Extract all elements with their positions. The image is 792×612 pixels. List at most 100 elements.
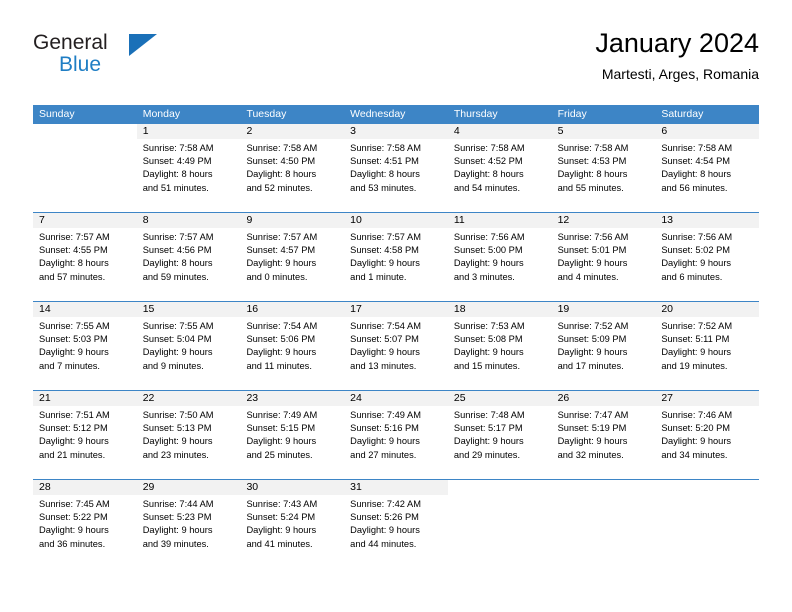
- day-cell[interactable]: 10 Sunrise: 7:57 AM Sunset: 4:58 PM Dayligh…: [344, 213, 448, 296]
- daylight-text-line1: Daylight: 9 hours: [142, 347, 213, 358]
- week-row: 14 Sunrise: 7:55 AM Sunset: 5:03 PM Dayligh…: [33, 301, 760, 385]
- daylight-text-line1: Daylight: 9 hours: [39, 347, 109, 358]
- sunset-text: Sunset: 5:09 PM: [557, 334, 627, 345]
- daylight-text-line2: and 27 minutes.: [350, 449, 417, 460]
- day-info: Sunrise: 7:49 AM Sunset: 5:15 PM Daylight:…: [240, 406, 344, 462]
- sunset-text: Sunset: 4:56 PM: [142, 245, 212, 256]
- sunrise-text: Sunrise: 7:56 AM: [557, 232, 629, 242]
- week-row: 1 Sunrise: 7:58 AM Sunset: 4:49 PM Daylight…: [33, 124, 760, 207]
- daylight-text-line1: Daylight: 9 hours: [142, 525, 213, 536]
- daylight-text-line1: Daylight: 8 hours: [246, 169, 317, 180]
- day-cell[interactable]: 28 Sunrise: 7:45 AM Sunset: 5:22 PM Dayligh…: [33, 480, 137, 563]
- daylight-text-line1: Daylight: 8 hours: [350, 169, 420, 180]
- day-cell[interactable]: 17 Sunrise: 7:54 AM Sunset: 5:07 PM Dayligh…: [344, 302, 448, 385]
- day-cell[interactable]: 25 Sunrise: 7:48 AM Sunset: 5:17 PM Dayligh…: [447, 391, 552, 474]
- day-cell[interactable]: 27 Sunrise: 7:46 AM Sunset: 5:20 PM Dayligh…: [655, 391, 760, 474]
- day-info: Sunrise: 7:54 AM Sunset: 5:06 PM Daylight:…: [240, 317, 344, 373]
- day-cell[interactable]: 22 Sunrise: 7:50 AM Sunset: 5:13 PM Dayligh…: [136, 391, 241, 474]
- daylight-text-line2: and 54 minutes.: [453, 182, 521, 193]
- day-info: Sunrise: 7:55 AM Sunset: 5:04 PM Daylight:…: [137, 317, 241, 373]
- sunrise-text: Sunrise: 7:57 AM: [142, 232, 214, 242]
- sunrise-text: Sunrise: 7:45 AM: [39, 499, 110, 509]
- sunrise-text: Sunrise: 7:54 AM: [246, 321, 318, 331]
- daylight-text-line2: and 55 minutes.: [557, 182, 624, 193]
- daylight-text-line1: Daylight: 9 hours: [39, 436, 109, 447]
- sunset-text: Sunset: 4:50 PM: [246, 156, 316, 167]
- day-cell[interactable]: 20 Sunrise: 7:52 AM Sunset: 5:11 PM Dayligh…: [655, 302, 760, 385]
- daylight-text-line1: Daylight: 8 hours: [142, 258, 213, 269]
- sunrise-text: Sunrise: 7:44 AM: [142, 499, 214, 509]
- day-number: 24: [344, 391, 448, 406]
- day-number: 29: [136, 480, 241, 495]
- day-cell[interactable]: 3 Sunrise: 7:58 AM Sunset: 4:51 PM Daylight…: [344, 124, 448, 207]
- sunset-text: Sunset: 5:07 PM: [350, 334, 419, 345]
- daylight-text-line2: and 23 minutes.: [142, 449, 209, 460]
- day-cell[interactable]: 14 Sunrise: 7:55 AM Sunset: 5:03 PM Dayligh…: [33, 302, 137, 385]
- daylight-text-line2: and 57 minutes.: [39, 271, 106, 282]
- day-cell[interactable]: 6 Sunrise: 7:58 AM Sunset: 4:54 PM Daylight…: [655, 124, 760, 207]
- daylight-text-line2: and 9 minutes.: [142, 360, 204, 371]
- day-cell[interactable]: 1 Sunrise: 7:58 AM Sunset: 4:49 PM Daylight…: [136, 124, 241, 207]
- day-cell[interactable]: 26 Sunrise: 7:47 AM Sunset: 5:19 PM Dayligh…: [551, 391, 656, 474]
- day-number: 14: [33, 302, 137, 317]
- day-cell[interactable]: 2 Sunrise: 7:58 AM Sunset: 4:50 PM Daylight…: [240, 124, 345, 207]
- day-cell[interactable]: 24 Sunrise: 7:49 AM Sunset: 5:16 PM Dayligh…: [344, 391, 448, 474]
- sunset-text: Sunset: 5:19 PM: [557, 423, 627, 434]
- page-subtitle: Martesti, Arges, Romania: [601, 66, 759, 82]
- day-cell[interactable]: 18 Sunrise: 7:53 AM Sunset: 5:08 PM Dayligh…: [447, 302, 552, 385]
- day-cell[interactable]: 12 Sunrise: 7:56 AM Sunset: 5:01 PM Dayligh…: [551, 213, 656, 296]
- day-info: Sunrise: 7:57 AM Sunset: 4:58 PM Daylight:…: [344, 228, 448, 284]
- day-cell[interactable]: 7 Sunrise: 7:57 AM Sunset: 4:55 PM Daylight…: [33, 213, 137, 296]
- daylight-text-line1: Daylight: 9 hours: [453, 347, 524, 358]
- daylight-text-line2: and 21 minutes.: [39, 449, 106, 460]
- daylight-text-line1: Daylight: 9 hours: [453, 436, 524, 447]
- sunset-text: Sunset: 4:51 PM: [350, 156, 419, 167]
- sunset-text: Sunset: 5:06 PM: [246, 334, 316, 345]
- day-cell[interactable]: 4 Sunrise: 7:58 AM Sunset: 4:52 PM Daylight…: [447, 124, 552, 207]
- day-number: 1: [136, 124, 241, 139]
- daylight-text-line1: Daylight: 8 hours: [39, 258, 109, 269]
- sunrise-text: Sunrise: 7:57 AM: [350, 232, 421, 242]
- day-cell[interactable]: 11 Sunrise: 7:56 AM Sunset: 5:00 PM Dayligh…: [447, 213, 552, 296]
- weeks-container: 1 Sunrise: 7:58 AM Sunset: 4:49 PM Daylight…: [33, 124, 760, 563]
- sunset-text: Sunset: 4:52 PM: [453, 156, 523, 167]
- day-number: 26: [551, 391, 656, 406]
- sunset-text: Sunset: 4:55 PM: [39, 245, 108, 256]
- daylight-text-line2: and 56 minutes.: [661, 182, 728, 193]
- day-cell[interactable]: 29 Sunrise: 7:44 AM Sunset: 5:23 PM Dayligh…: [136, 480, 241, 563]
- day-cell[interactable]: 23 Sunrise: 7:49 AM Sunset: 5:15 PM Dayligh…: [240, 391, 345, 474]
- weekday-header-monday: Monday: [142, 108, 181, 120]
- day-number: 22: [136, 391, 241, 406]
- brand-logo[interactable]: General Blue: [33, 30, 173, 84]
- day-cell[interactable]: 16 Sunrise: 7:54 AM Sunset: 5:06 PM Dayligh…: [240, 302, 345, 385]
- sunrise-text: Sunrise: 7:58 AM: [453, 143, 525, 153]
- day-cell[interactable]: 9 Sunrise: 7:57 AM Sunset: 4:57 PM Daylight…: [240, 213, 345, 296]
- daylight-text-line1: Daylight: 9 hours: [661, 436, 732, 447]
- day-info: Sunrise: 7:47 AM Sunset: 5:19 PM Daylight:…: [552, 406, 656, 462]
- day-number: 20: [655, 302, 760, 317]
- day-cell[interactable]: 13 Sunrise: 7:56 AM Sunset: 5:02 PM Dayligh…: [655, 213, 760, 296]
- day-cell[interactable]: 8 Sunrise: 7:57 AM Sunset: 4:56 PM Daylight…: [136, 213, 241, 296]
- day-number: [655, 480, 759, 495]
- daylight-text-line1: Daylight: 9 hours: [661, 347, 732, 358]
- daylight-text-line2: and 39 minutes.: [142, 538, 209, 549]
- day-cell[interactable]: 31 Sunrise: 7:42 AM Sunset: 5:26 PM Dayligh…: [344, 480, 448, 563]
- weekday-header-wednesday: Wednesday: [350, 108, 406, 120]
- daylight-text-line2: and 1 minute.: [350, 271, 407, 282]
- day-cell[interactable]: 15 Sunrise: 7:55 AM Sunset: 5:04 PM Dayligh…: [136, 302, 241, 385]
- day-cell[interactable]: 5 Sunrise: 7:58 AM Sunset: 4:53 PM Daylight…: [551, 124, 656, 207]
- daylight-text-line1: Daylight: 9 hours: [350, 347, 420, 358]
- day-cell[interactable]: 19 Sunrise: 7:52 AM Sunset: 5:09 PM Dayligh…: [551, 302, 656, 385]
- day-info: Sunrise: 7:54 AM Sunset: 5:07 PM Daylight:…: [344, 317, 448, 373]
- day-info: Sunrise: 7:49 AM Sunset: 5:16 PM Daylight:…: [344, 406, 448, 462]
- sunset-text: Sunset: 4:54 PM: [661, 156, 731, 167]
- week-row: 7 Sunrise: 7:57 AM Sunset: 4:55 PM Daylight…: [33, 212, 760, 296]
- day-cell[interactable]: 30 Sunrise: 7:43 AM Sunset: 5:24 PM Dayligh…: [240, 480, 345, 563]
- day-number: 28: [33, 480, 137, 495]
- day-number: 18: [447, 302, 552, 317]
- day-info: Sunrise: 7:58 AM Sunset: 4:54 PM Daylight:…: [655, 139, 759, 195]
- day-cell[interactable]: 21 Sunrise: 7:51 AM Sunset: 5:12 PM Dayligh…: [33, 391, 137, 474]
- triangle-logo-icon: [129, 34, 157, 56]
- week-row: 21 Sunrise: 7:51 AM Sunset: 5:12 PM Dayligh…: [33, 390, 760, 474]
- daylight-text-line2: and 51 minutes.: [142, 182, 209, 193]
